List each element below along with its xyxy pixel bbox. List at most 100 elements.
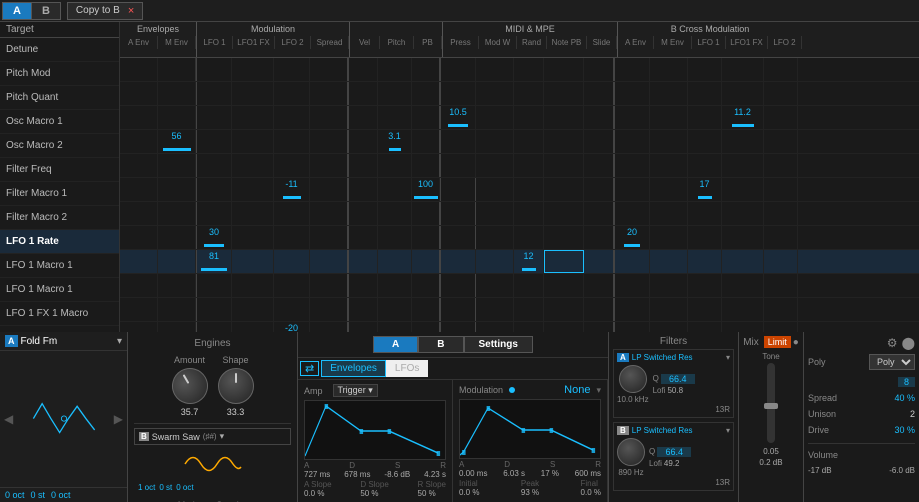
mod-none-label[interactable]: None bbox=[564, 384, 590, 396]
cell-om1-bmenv[interactable] bbox=[650, 130, 688, 153]
cell-ff-slide[interactable] bbox=[584, 178, 614, 201]
cell-ff-lfo2[interactable]: -11 bbox=[274, 178, 310, 201]
cell-om1-menv[interactable]: 56 bbox=[158, 130, 196, 153]
cell-om1-blfo2[interactable] bbox=[764, 130, 798, 153]
cell-pq-notepb[interactable] bbox=[544, 106, 584, 129]
limit-button[interactable]: Limit bbox=[764, 336, 791, 348]
tab-lfos[interactable]: LFOs bbox=[386, 360, 428, 377]
cell-pq-lfo2[interactable] bbox=[274, 106, 310, 129]
cell-om1-blfo1[interactable] bbox=[688, 130, 722, 153]
trigger-button[interactable]: Trigger ▾ bbox=[333, 384, 378, 397]
cell-pm-slide[interactable] bbox=[584, 82, 614, 105]
cell-detune-blfo2[interactable] bbox=[764, 58, 798, 81]
cell-om1-modw[interactable] bbox=[476, 130, 514, 153]
cell-pm-blfo2[interactable] bbox=[764, 82, 798, 105]
cell-ff-lfo1[interactable] bbox=[196, 178, 232, 201]
cell-ff-lfo1fx[interactable] bbox=[232, 178, 274, 201]
close-icon[interactable]: × bbox=[128, 5, 134, 17]
cell-ff-aenv[interactable] bbox=[120, 178, 158, 201]
cell-om2-slide[interactable] bbox=[584, 154, 614, 177]
cell-om2-pitch[interactable] bbox=[378, 154, 412, 177]
inst-a-dropdown[interactable]: ▾ bbox=[117, 336, 122, 347]
table-row[interactable]: -20 bbox=[120, 322, 919, 332]
cell-detune-menv[interactable] bbox=[158, 58, 196, 81]
record-icon[interactable]: ⬤ bbox=[902, 336, 915, 350]
cell-pm-lfo1[interactable] bbox=[196, 82, 232, 105]
filter-b-type[interactable]: LP Switched Res bbox=[632, 426, 723, 435]
cell-om2-notepb[interactable] bbox=[544, 154, 584, 177]
cell-pq-rand[interactable] bbox=[514, 106, 544, 129]
cell-ff-baenv[interactable] bbox=[614, 178, 650, 201]
cell-om2-blfo1fx[interactable] bbox=[722, 154, 764, 177]
table-row[interactable] bbox=[120, 274, 919, 298]
cell-detune-bmenv[interactable] bbox=[650, 58, 688, 81]
cell-pm-press[interactable] bbox=[440, 82, 476, 105]
filter-a-type[interactable]: LP Switched Res bbox=[632, 353, 723, 362]
swap-icon[interactable]: ⇄ bbox=[300, 361, 319, 376]
cell-om1-notepb[interactable] bbox=[544, 130, 584, 153]
cell-ff-blfo2[interactable] bbox=[764, 178, 798, 201]
cell-ff-vel[interactable] bbox=[348, 178, 378, 201]
cell-pq-blfo1[interactable] bbox=[688, 106, 722, 129]
cell-ff-press[interactable] bbox=[440, 178, 476, 201]
cell-om1-aenv[interactable] bbox=[120, 130, 158, 153]
cell-detune-notepb[interactable] bbox=[544, 58, 584, 81]
filter-b-knob[interactable] bbox=[617, 438, 645, 466]
cell-detune-slide[interactable] bbox=[584, 58, 614, 81]
cell-detune-press[interactable] bbox=[440, 58, 476, 81]
cell-om2-lfo1fx[interactable] bbox=[232, 154, 274, 177]
cell-om1-spread[interactable] bbox=[310, 130, 348, 153]
cell-fm2-lfo1[interactable]: 30 bbox=[196, 226, 232, 249]
cell-om2-rand[interactable] bbox=[514, 154, 544, 177]
cell-pm-pb[interactable] bbox=[412, 82, 440, 105]
cell-om1-rand[interactable] bbox=[514, 130, 544, 153]
cell-om1-lfo1fx[interactable] bbox=[232, 130, 274, 153]
cell-ff-pitch[interactable] bbox=[378, 178, 412, 201]
copy-to-b-button[interactable]: Copy to B × bbox=[67, 2, 143, 20]
cell-detune-pb[interactable] bbox=[412, 58, 440, 81]
cell-om2-menv[interactable] bbox=[158, 154, 196, 177]
cell-detune-spread[interactable] bbox=[310, 58, 348, 81]
filter-a-knob[interactable] bbox=[619, 365, 647, 393]
cell-ff-pb[interactable]: 100 bbox=[412, 178, 440, 201]
table-row[interactable]: 10.5 11.2 bbox=[120, 106, 919, 130]
cell-om1-blfo1fx[interactable] bbox=[722, 130, 764, 153]
cell-pq-pb[interactable] bbox=[412, 106, 440, 129]
cell-om2-pb[interactable] bbox=[412, 154, 440, 177]
cell-lr-lfo1[interactable]: 81 bbox=[196, 250, 232, 273]
tab-a-main[interactable]: A bbox=[373, 336, 418, 353]
table-row[interactable] bbox=[120, 58, 919, 82]
cell-om1-lfo2[interactable] bbox=[274, 130, 310, 153]
cell-pm-rand[interactable] bbox=[514, 82, 544, 105]
cell-pm-menv[interactable] bbox=[158, 82, 196, 105]
cell-pm-lfo2[interactable] bbox=[274, 82, 310, 105]
cell-om1-pb[interactable] bbox=[412, 130, 440, 153]
cell-om1-slide[interactable] bbox=[584, 130, 614, 153]
tab-settings[interactable]: Settings bbox=[464, 336, 533, 353]
cell-detune-modw[interactable] bbox=[476, 58, 514, 81]
cell-om2-modw[interactable] bbox=[476, 154, 514, 177]
cell-pm-blfo1fx[interactable] bbox=[722, 82, 764, 105]
cell-om1-baenv[interactable] bbox=[614, 130, 650, 153]
table-row[interactable] bbox=[120, 298, 919, 322]
cell-om1-pitch[interactable]: 3.1 bbox=[378, 130, 412, 153]
cell-detune-rand[interactable] bbox=[514, 58, 544, 81]
cell-ff-rand[interactable] bbox=[514, 178, 544, 201]
cell-detune-blfo1fx[interactable] bbox=[722, 58, 764, 81]
settings-icon[interactable]: ⚙ bbox=[887, 336, 898, 350]
mod-dropdown-arrow[interactable]: ▾ bbox=[596, 385, 601, 396]
table-row[interactable] bbox=[120, 202, 919, 226]
filter-b-dropdown[interactable]: ▾ bbox=[726, 426, 730, 435]
amount-knob[interactable] bbox=[165, 361, 214, 410]
cell-lr-rand[interactable]: 12 bbox=[514, 250, 544, 273]
cell-pm-blfo1[interactable] bbox=[688, 82, 722, 105]
cell-pq-blfo2[interactable] bbox=[764, 106, 798, 129]
table-row[interactable]: -11 100 bbox=[120, 178, 919, 202]
cell-om2-bmenv[interactable] bbox=[650, 154, 688, 177]
cell-fm2-baenv[interactable]: 20 bbox=[614, 226, 650, 249]
cell-pq-bmenv[interactable] bbox=[650, 106, 688, 129]
cell-om2-aenv[interactable] bbox=[120, 154, 158, 177]
cell-pm-notepb[interactable] bbox=[544, 82, 584, 105]
cell-om2-press[interactable] bbox=[440, 154, 476, 177]
cell-om1-vel[interactable] bbox=[348, 130, 378, 153]
